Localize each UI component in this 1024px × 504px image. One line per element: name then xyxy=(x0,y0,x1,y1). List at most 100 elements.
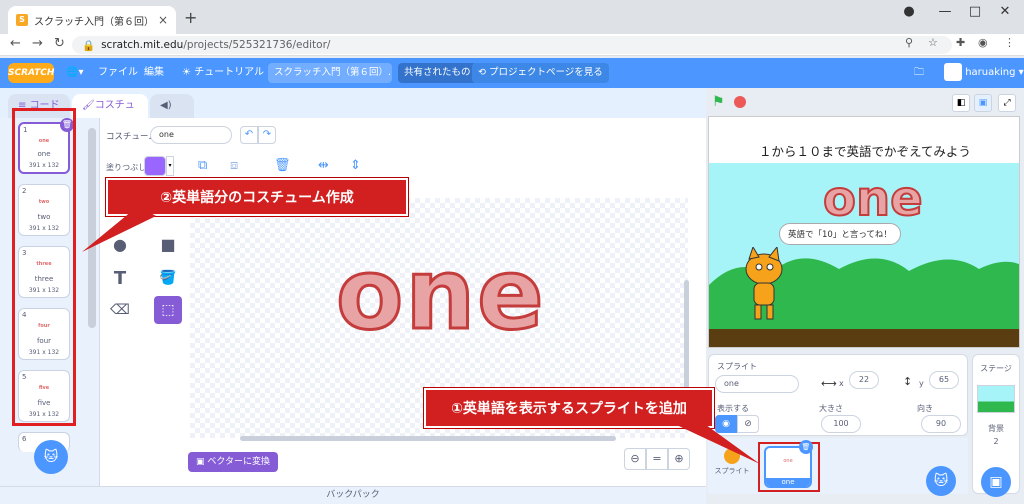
see-project-page-button[interactable]: ⟲ プロジェクトページを見る xyxy=(472,63,609,83)
menu-edit[interactable]: 編集 xyxy=(144,58,164,88)
sprite-label: スプライト xyxy=(717,362,757,371)
fullscreen-icon[interactable]: ⤢ xyxy=(998,94,1016,112)
maximize-icon[interactable]: □ xyxy=(960,4,990,19)
convert-to-vector-button[interactable]: ▣ ベクターに変換 xyxy=(188,452,279,472)
delete-sprite-icon[interactable]: 🗑 xyxy=(799,440,813,454)
globe-icon[interactable]: 🌐▾ xyxy=(66,58,83,88)
green-flag-icon[interactable]: ⚑ xyxy=(712,94,725,110)
x-input[interactable]: 22 xyxy=(849,371,879,389)
image-icon: ▣ xyxy=(196,457,208,467)
direction-input[interactable]: 90 xyxy=(921,415,961,433)
image-plus-icon: ▣ xyxy=(989,474,1003,490)
fill-color-swatch[interactable] xyxy=(144,156,166,176)
group-icon[interactable]: ⧉ xyxy=(198,158,207,173)
browser-tab[interactable]: S スクラッチ入門（第６回）１から１ × xyxy=(8,6,176,34)
flip-vertical-icon[interactable]: ⇕ xyxy=(350,158,361,173)
minimize-icon[interactable]: — xyxy=(930,4,960,19)
y-arrows-icon: ↕ xyxy=(903,375,913,388)
costume-name-input[interactable]: one xyxy=(150,126,232,144)
callout-sprite-arrow xyxy=(666,420,760,464)
fill-dropdown-icon[interactable]: ▾ xyxy=(166,156,174,176)
y-input[interactable]: 65 xyxy=(929,371,959,389)
brush-icon: 🖌 xyxy=(82,100,95,111)
eraser-tool-icon[interactable]: ⌫ xyxy=(106,296,134,324)
username: haruaking xyxy=(965,67,1016,78)
bookmark-star-icon[interactable]: ☆ xyxy=(928,36,938,49)
canvas-hscrollbar[interactable] xyxy=(240,436,616,441)
stage-one-sprite[interactable]: one xyxy=(822,170,924,228)
redo-icon[interactable]: ↷ xyxy=(258,126,276,144)
undo-icon[interactable]: ↶ xyxy=(240,126,258,144)
ungroup-icon[interactable]: ⧈ xyxy=(230,158,238,173)
stop-icon[interactable] xyxy=(734,96,746,108)
large-stage-icon[interactable]: ▣ xyxy=(974,94,992,112)
omnibox[interactable]: 🔒 scratch.mit.edu/projects/525321736/edi… xyxy=(72,36,952,54)
stage-pane-label: ステージ xyxy=(980,364,1012,373)
profile-dropdown-icon[interactable]: ● xyxy=(894,4,924,19)
user-avatar xyxy=(944,63,962,81)
add-costume-button[interactable]: 🐱 xyxy=(34,440,68,474)
close-window-icon[interactable]: ✕ xyxy=(990,4,1020,19)
forward-icon[interactable]: → xyxy=(32,36,43,51)
scratch-logo[interactable]: SCRATCH xyxy=(8,63,54,83)
delete-icon[interactable]: 🗑 xyxy=(274,158,291,173)
size-input[interactable]: 100 xyxy=(821,415,861,433)
show-label: 表示する xyxy=(717,404,749,413)
sprite-name-input[interactable]: one xyxy=(715,375,799,393)
backpack[interactable]: バックパック xyxy=(0,486,706,504)
fill-color-chip xyxy=(145,157,165,175)
tutorials-label: チュートリアル xyxy=(194,67,265,78)
scratch-menubar: SCRATCH 🌐▾ ファイル 編集 ☀ チュートリアル スクラッチ入門（第６回… xyxy=(0,58,1024,88)
menu-file[interactable]: ファイル xyxy=(98,58,138,88)
text-tool-icon[interactable]: T xyxy=(106,264,134,292)
reload-icon[interactable]: ↻ xyxy=(54,36,65,51)
url-path: /projects/525321736/editor/ xyxy=(183,39,331,51)
speech-bubble: 英語で「10」と言ってね！ xyxy=(779,223,901,245)
callout-costume-arrow xyxy=(82,206,156,252)
add-backdrop-button[interactable]: ▣ xyxy=(981,467,1011,497)
costume-list-highlight xyxy=(12,108,76,426)
tab-title: スクラッチ入門（第６回）１から１ xyxy=(34,16,152,28)
stage-title-text: １から１０まで英語でかぞえてみよう xyxy=(759,144,971,159)
costume-number: 6 xyxy=(22,435,27,443)
back-icon[interactable]: ← xyxy=(10,36,21,51)
canvas-costume-text[interactable]: one xyxy=(335,237,546,354)
zoom-icon[interactable]: ⚲ xyxy=(905,36,913,49)
close-tab-icon[interactable]: × xyxy=(158,13,168,27)
small-stage-icon[interactable]: ◧ xyxy=(952,94,970,112)
cat-plus-icon: 🐱 xyxy=(43,449,59,465)
zoom-out-icon[interactable]: ⊖ xyxy=(624,448,646,470)
extensions-icon[interactable]: ✚ xyxy=(956,36,965,49)
add-sprite-button[interactable]: 🐱 xyxy=(926,466,956,496)
tab-sounds[interactable]: ◀) 音 xyxy=(150,94,194,135)
backdrops-count: 2 xyxy=(993,437,999,446)
browser-menu-icon[interactable]: ⋮ xyxy=(1004,36,1015,49)
new-tab-icon[interactable]: + xyxy=(184,8,197,27)
project-title-input[interactable]: スクラッチ入門（第６回）... xyxy=(268,63,392,83)
lightbulb-icon: ☀ xyxy=(182,67,195,78)
stage-header: ⚑ ◧ ▣ ⤢ xyxy=(706,88,1024,116)
project-page-icon: ⟲ xyxy=(478,67,489,78)
flip-horizontal-icon[interactable]: ⇹ xyxy=(318,158,329,173)
stage-thumb xyxy=(977,385,1015,413)
fill-tool-icon[interactable]: 🪣 xyxy=(154,264,182,292)
convert-label: ベクターに変換 xyxy=(207,457,271,467)
tab-costumes[interactable]: 🖌コスチューム xyxy=(72,94,148,135)
fill-label: 塗りつぶし xyxy=(106,163,147,172)
sprite-thumb: one xyxy=(783,458,793,464)
stage-pane[interactable]: ステージ 背景 2 ▣ xyxy=(972,354,1020,497)
scratch-cat-sprite[interactable] xyxy=(739,247,789,323)
x-arrows-icon: ⟷ xyxy=(821,377,837,390)
speaker-icon: ◀) xyxy=(160,100,172,111)
my-stuff-folder-icon[interactable]: 🗀 xyxy=(914,58,924,88)
rectangle-tool-icon[interactable]: ■ xyxy=(154,230,182,258)
profile-avatar-icon[interactable]: ◉ xyxy=(978,36,988,49)
stage-ground xyxy=(709,329,1019,347)
direction-label: 向き xyxy=(917,404,933,413)
select-tool-icon[interactable]: ⬚ xyxy=(154,296,182,324)
account-menu[interactable]: haruaking ▾ xyxy=(944,58,1024,88)
stage[interactable]: １から１０まで英語でかぞえてみよう one 英語で「10」と言ってね！ xyxy=(708,116,1020,348)
scratch-favicon-icon: S xyxy=(16,14,28,26)
see-project-label: プロジェクトページを見る xyxy=(488,67,603,78)
menu-tutorials[interactable]: ☀ チュートリアル xyxy=(182,58,264,88)
